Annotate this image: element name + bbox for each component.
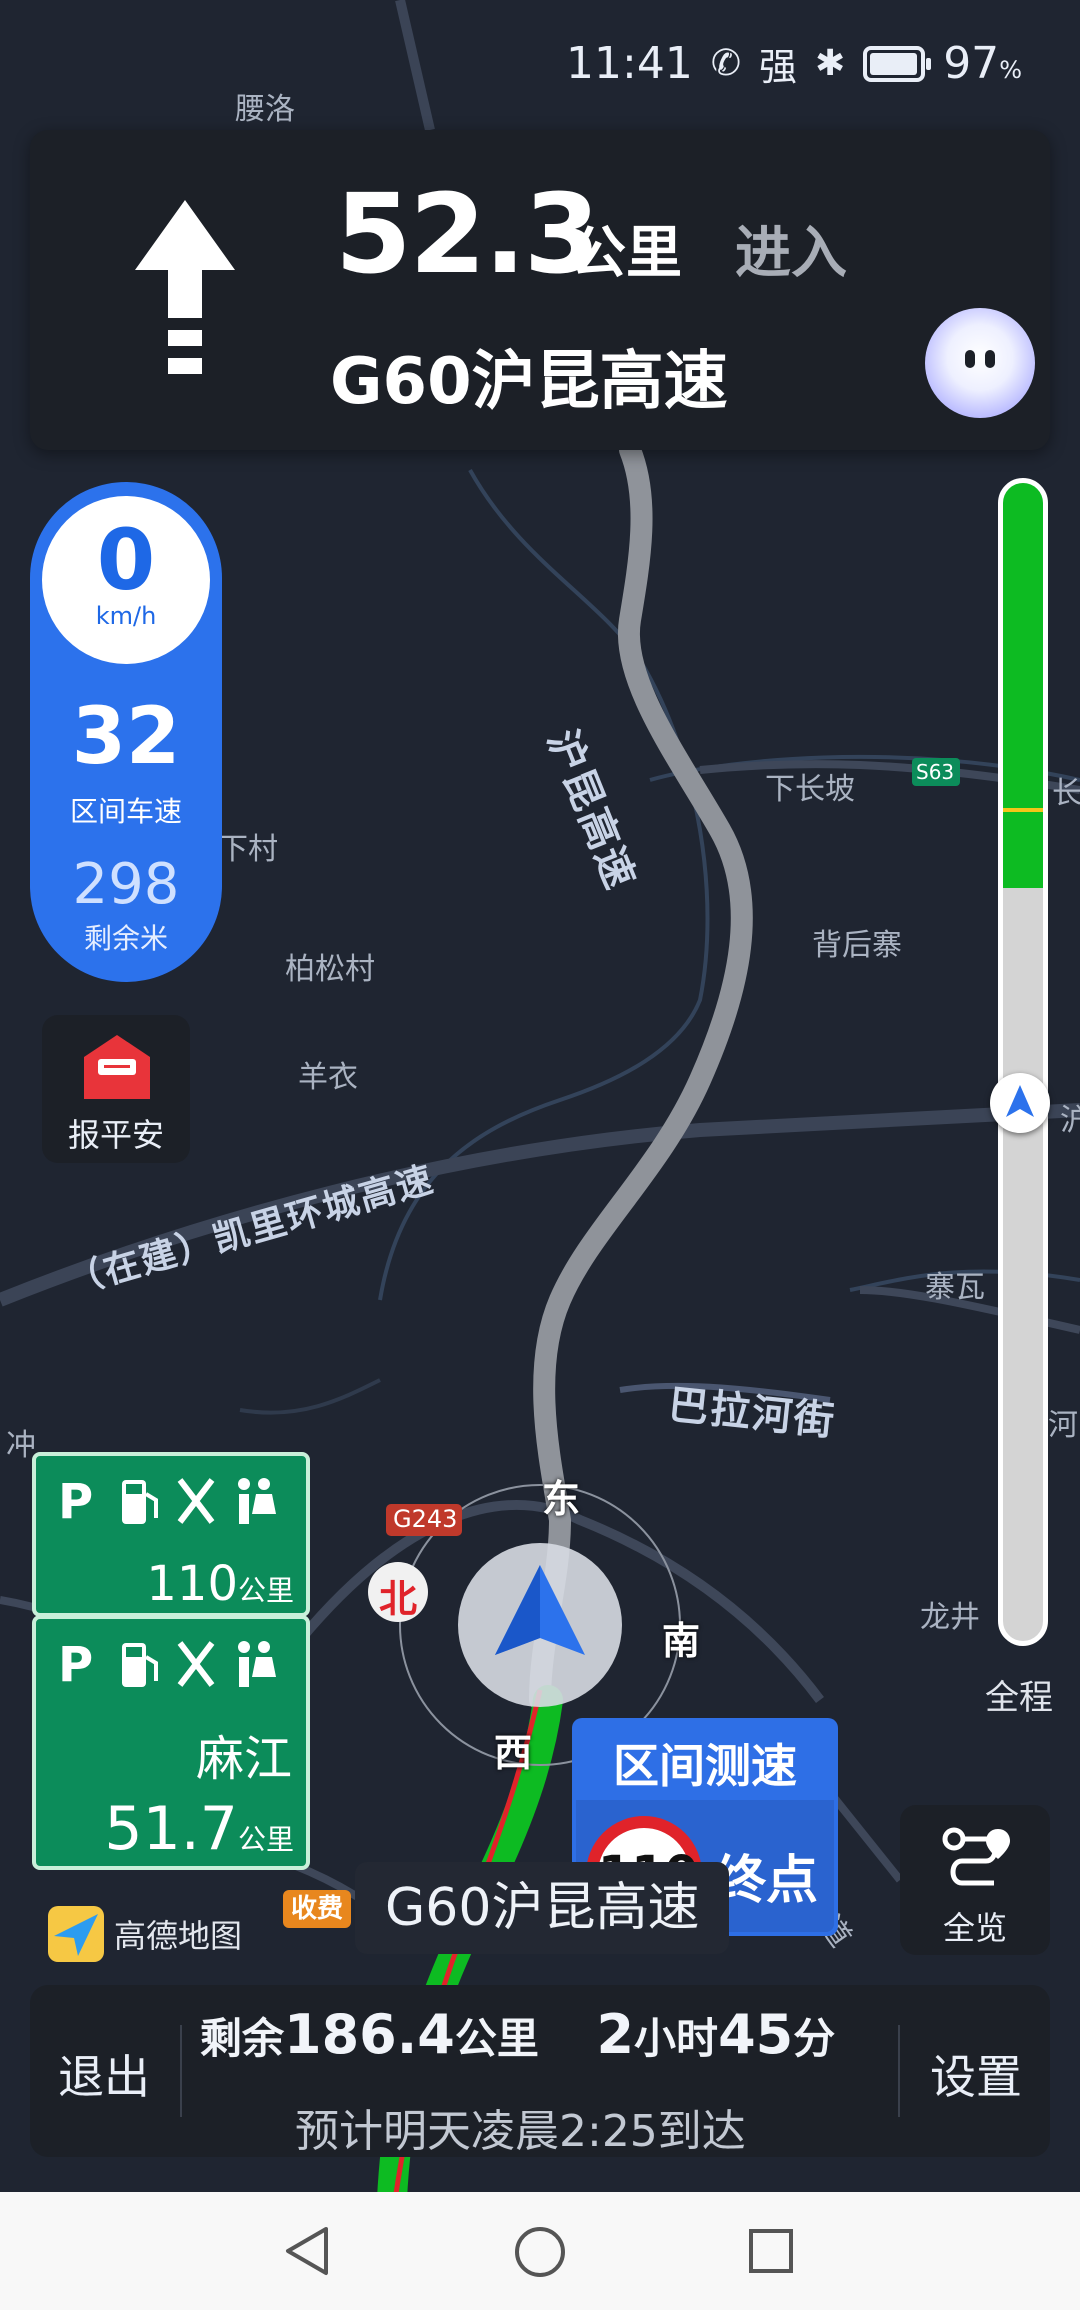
assistant-eye bbox=[965, 350, 975, 368]
restaurant-icon bbox=[177, 1641, 215, 1687]
assistant-eye bbox=[985, 350, 995, 368]
map-label: 腰洛 bbox=[235, 92, 295, 127]
map-label: 下长坡 bbox=[765, 772, 855, 807]
toll-badge: 收费 bbox=[283, 1890, 351, 1928]
recent-apps-icon[interactable] bbox=[747, 2227, 795, 2275]
gas-station-icon bbox=[122, 1643, 158, 1687]
call-icon: ✆ bbox=[710, 43, 741, 84]
service-area-sign[interactable]: P 110公里 bbox=[32, 1452, 310, 1617]
compass-east: 东 bbox=[542, 1477, 581, 1521]
service-icons: P bbox=[56, 1637, 278, 1691]
service-icons: P bbox=[56, 1474, 278, 1528]
route-overview-icon bbox=[942, 1827, 1010, 1886]
envelope-icon bbox=[84, 1035, 150, 1099]
route-progress-done bbox=[1003, 483, 1043, 889]
battery-percent: 97% bbox=[943, 38, 1022, 89]
current-position-marker bbox=[990, 1073, 1050, 1133]
home-icon[interactable] bbox=[513, 2225, 567, 2279]
service-distance: 51.7公里 bbox=[104, 1794, 294, 1864]
map-label: 背后寨 bbox=[812, 928, 902, 963]
restroom-icon bbox=[238, 1641, 276, 1687]
gas-station-icon bbox=[122, 1480, 158, 1524]
system-navigation-bar bbox=[0, 2192, 1080, 2310]
map-label: S63 bbox=[916, 760, 955, 784]
section-average-speed-label: 区间车速 bbox=[69, 795, 182, 828]
section-remaining-distance: 298 bbox=[72, 852, 180, 917]
service-area-name: 麻江 bbox=[195, 1731, 292, 1787]
trip-summary-bar: 退出 剩余186.4公里 2小时45分 预计明天凌晨2:25到达 设置 bbox=[30, 1985, 1050, 2157]
speed-camera-end: 终点 bbox=[714, 1851, 819, 1911]
overview-label: 全览 bbox=[942, 1909, 1007, 1947]
exit-button[interactable]: 退出 bbox=[58, 2041, 150, 2107]
map-label: 沪 bbox=[1060, 1103, 1080, 1138]
next-road-name: G60沪昆高速 bbox=[330, 345, 728, 419]
svg-text:P: P bbox=[58, 1637, 93, 1691]
turn-action: 进入 bbox=[735, 221, 847, 286]
bluetooth-icon: ✱ bbox=[815, 43, 846, 84]
distance-unit: 公里 bbox=[570, 221, 682, 286]
speed-panel[interactable]: 0 km/h 32 区间车速 298 剩余米 bbox=[30, 482, 222, 982]
map-label: 羊衣 bbox=[298, 1060, 358, 1095]
speed-unit: km/h bbox=[95, 602, 157, 630]
progress-marker-tick bbox=[1003, 808, 1043, 812]
remaining-summary: 剩余186.4公里 2小时45分 bbox=[200, 2003, 836, 2066]
parking-icon: P bbox=[58, 1637, 93, 1691]
amap-brand: 高德地图 bbox=[48, 1906, 242, 1962]
current-speed: 0 bbox=[96, 511, 156, 609]
service-distance: 110公里 bbox=[146, 1556, 294, 1612]
battery-icon bbox=[863, 45, 932, 82]
map-label: 龙井 bbox=[920, 1600, 980, 1635]
section-average-speed: 32 bbox=[71, 692, 181, 782]
map-label: 长 bbox=[1052, 776, 1080, 811]
service-area-sign[interactable]: P 麻江 51.7公里 bbox=[32, 1615, 310, 1870]
compass-south: 南 bbox=[662, 1619, 701, 1663]
report-safety-button[interactable]: 报平安 bbox=[42, 1015, 190, 1163]
divider bbox=[180, 2025, 182, 2117]
route-progress-bar bbox=[998, 478, 1048, 1646]
overview-button[interactable]: 全览 bbox=[900, 1805, 1050, 1955]
map-label: 下村 bbox=[218, 832, 278, 867]
section-remaining-label: 剩余米 bbox=[83, 922, 168, 955]
compass-north: 北 bbox=[379, 1577, 418, 1621]
restroom-icon bbox=[238, 1478, 276, 1524]
svg-text:P: P bbox=[58, 1474, 93, 1528]
straight-arrow-icon bbox=[135, 200, 235, 374]
amap-logo-icon bbox=[48, 1906, 104, 1962]
back-icon[interactable] bbox=[282, 2225, 332, 2277]
map-label: 柏松村 bbox=[285, 952, 375, 987]
progress-label: 全程 bbox=[985, 1678, 1053, 1718]
speed-camera-title: 区间测速 bbox=[613, 1739, 797, 1793]
navigation-instruction-card[interactable]: 52.3 公里 进入 G60沪昆高速 bbox=[30, 130, 1050, 450]
divider bbox=[898, 2025, 900, 2117]
map-label: 河 bbox=[1048, 1408, 1078, 1443]
next-turn-distance: 52.3 bbox=[335, 170, 600, 298]
compass-west: 西 bbox=[494, 1731, 533, 1775]
amap-brand-name: 高德地图 bbox=[114, 1917, 243, 1955]
route-shield-g243: G243 bbox=[393, 1505, 458, 1533]
current-speed-dial: 0 km/h bbox=[42, 496, 210, 664]
current-road-name: G60沪昆高速 bbox=[355, 1862, 730, 1954]
voice-assistant-icon[interactable] bbox=[925, 308, 1035, 418]
map-label: 寨瓦 bbox=[925, 1270, 985, 1305]
estimated-arrival: 预计明天凌晨2:25到达 bbox=[295, 2106, 746, 2157]
status-bar: 11:41 ✆ 强 ✱ 97% bbox=[566, 36, 1022, 91]
clock: 11:41 bbox=[566, 38, 693, 89]
settings-button[interactable]: 设置 bbox=[930, 2041, 1022, 2107]
signal-strength: 强 bbox=[759, 45, 798, 89]
parking-icon: P bbox=[58, 1474, 93, 1528]
report-safety-label: 报平安 bbox=[67, 1116, 164, 1154]
restaurant-icon bbox=[177, 1478, 215, 1524]
